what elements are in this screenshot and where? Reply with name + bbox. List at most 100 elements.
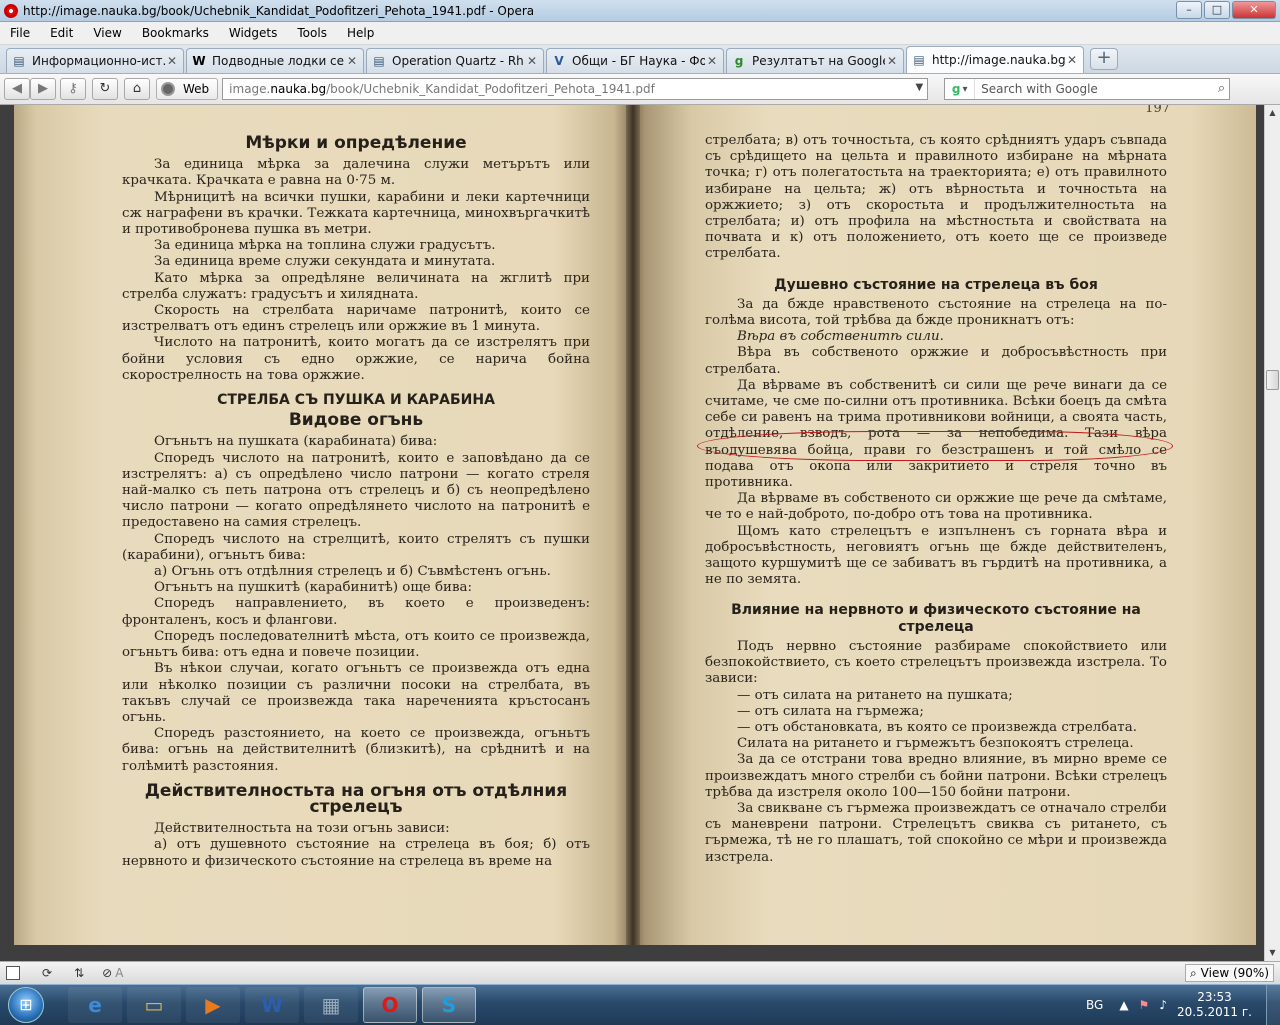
start-button[interactable]: ⊞: [8, 986, 44, 1023]
explorer-taskbar-button[interactable]: ▭: [127, 986, 181, 1023]
tab-close-icon[interactable]: ✕: [885, 54, 899, 68]
calculator-taskbar-button[interactable]: ▦: [304, 986, 358, 1023]
menu-file[interactable]: File: [0, 26, 40, 40]
browser-tab[interactable]: ▤ Информационно-ист... ✕: [6, 48, 184, 73]
tab-close-icon[interactable]: ✕: [525, 54, 539, 68]
heading-mental-state: Душевно състояние на стрелеца въ боя: [774, 276, 1098, 293]
new-tab-button[interactable]: +: [1090, 48, 1118, 70]
heading-types-of-fire: Видове огънь: [288, 410, 424, 431]
word-taskbar-button[interactable]: W: [245, 986, 299, 1023]
search-icon[interactable]: ⌕: [1218, 81, 1225, 96]
clock[interactable]: 23:53 20.5.2011 г.: [1177, 990, 1252, 1020]
close-window-button[interactable]: ✕: [1232, 1, 1276, 19]
pdf-viewer[interactable]: Мѣрки и опредѣление За единица мѣрка за …: [0, 105, 1264, 961]
ie-icon: e: [88, 992, 102, 1017]
content-blocker-button[interactable]: ⊘ A: [102, 965, 123, 981]
browser-tab[interactable]: W Подводные лодки сер...✕: [186, 48, 364, 73]
minimize-button[interactable]: –: [1176, 1, 1202, 19]
heading-rifle-firing: СТРЕЛБА СЪ ПУШКА И КАРАБИНА: [217, 392, 495, 409]
zoom-level: View (90%): [1200, 966, 1269, 980]
wand-button[interactable]: ⚷: [60, 78, 86, 100]
explorer-icon: ▭: [144, 992, 164, 1017]
menu-help[interactable]: Help: [337, 26, 384, 40]
menu-widgets[interactable]: Widgets: [219, 26, 288, 40]
list-item: — отъ обстановката, въ която се произвеж…: [737, 719, 1137, 735]
vertical-scrollbar[interactable]: ▲ ▼: [1264, 105, 1280, 961]
tab-label: Operation Quartz - Rh...: [392, 54, 525, 68]
tab-close-icon[interactable]: ✕: [165, 54, 179, 68]
maximize-button[interactable]: □: [1204, 1, 1230, 19]
paragraph: Мѣрницитѣ на всички пушки, карабини и ле…: [122, 189, 590, 238]
word-icon: W: [260, 992, 284, 1017]
paragraph: Огъньтъ на пушкитѣ (карабинитѣ) още бива…: [154, 580, 473, 596]
paragraph: За да бжде нравственото състояние на стр…: [705, 296, 1167, 329]
sync-button[interactable]: ⟳: [42, 965, 52, 981]
tab-close-icon[interactable]: ✕: [345, 54, 359, 68]
menu-tools[interactable]: Tools: [287, 26, 337, 40]
menu-bar: File Edit View Bookmarks Widgets Tools H…: [0, 22, 1280, 45]
paragraph: Числото на патронитѣ, които могатъ да се…: [122, 335, 590, 383]
scroll-down-arrow-icon[interactable]: ▼: [1265, 945, 1280, 961]
tab-label: Подводные лодки сер...: [212, 54, 345, 68]
web-identity-button[interactable]: Web: [156, 78, 219, 100]
paragraph: Споредъ числото на стрелцитѣ, които стре…: [122, 531, 590, 563]
address-dropdown-icon[interactable]: ▼: [915, 82, 923, 93]
paragraph: За единица време служи секундата и минут…: [154, 254, 496, 270]
scroll-thumb[interactable]: [1266, 370, 1279, 390]
browser-tab[interactable]: V Общи - БГ Наука - Фо... ✕: [546, 48, 724, 73]
google-icon: g: [734, 54, 744, 68]
show-desktop-button[interactable]: [1266, 985, 1280, 1025]
page-icon: ▤: [913, 53, 925, 67]
browser-tab[interactable]: g Резултатът на Google ...✕: [726, 48, 904, 73]
window-titlebar: http://image.nauka.bg/book/Uchebnik_Kand…: [0, 0, 1280, 22]
menu-view[interactable]: View: [83, 26, 131, 40]
tab-close-icon[interactable]: ✕: [705, 54, 719, 68]
language-indicator[interactable]: BG: [1086, 998, 1103, 1012]
tab-close-icon[interactable]: ✕: [1065, 53, 1079, 67]
volume-icon[interactable]: ♪: [1159, 998, 1167, 1012]
paragraph: Споредъ числото на патронитѣ, които е за…: [122, 450, 590, 531]
paragraph: Действителностьта на този огънь зависи:: [154, 821, 450, 837]
navigation-toolbar: ◀ ▶ ⚷ ↻ ⌂ Web image. nauka.bg/book/Uchebn…: [0, 74, 1280, 105]
globe-icon: [161, 82, 175, 96]
paragraph: За свикване съ гърмежа произвеждатъ се о…: [705, 800, 1167, 865]
book-page-left: Мѣрки и опредѣление За единица мѣрка за …: [14, 105, 631, 945]
media-player-taskbar-button[interactable]: ▶: [186, 986, 240, 1023]
browser-tab[interactable]: ▤ http://image.nauka.bg... ✕: [906, 46, 1084, 73]
paragraph: Подъ нервно състояние разбираме спокойст…: [705, 638, 1167, 687]
tab-label: Общи - БГ Наука - Фо...: [572, 54, 705, 68]
paragraph: Вѣра въ собственото оржжие и добросъвѣст…: [705, 345, 1167, 377]
red-hand-underline: [697, 431, 1173, 461]
paragraph: Щомъ като стрелецътъ е изпълненъ съ горн…: [705, 523, 1167, 588]
browser-tab[interactable]: ▤ Operation Quartz - Rh... ✕: [366, 48, 544, 73]
wikipedia-icon: W: [192, 54, 206, 68]
paragraph: Скорость на стрелбата наричаме патронитѣ…: [122, 303, 590, 335]
skype-taskbar-button[interactable]: S: [422, 986, 476, 1023]
opera-taskbar-button[interactable]: O: [363, 986, 417, 1023]
paragraph: Споредъ последователнитѣ мѣста, отъ коит…: [122, 628, 590, 661]
panel-toggle-button[interactable]: [6, 965, 20, 981]
tab-label: Резултатът на Google ...: [752, 54, 885, 68]
search-placeholder: Search with Google: [981, 82, 1098, 96]
show-hidden-icons-button[interactable]: ▲: [1119, 998, 1128, 1012]
page-icon: ▤: [13, 54, 25, 68]
tab-bar: ▤ Информационно-ист... ✕ W Подводные лодки с…: [0, 45, 1280, 74]
home-button[interactable]: ⌂: [124, 78, 150, 100]
ie-taskbar-button[interactable]: e: [68, 986, 122, 1023]
menu-bookmarks[interactable]: Bookmarks: [132, 26, 219, 40]
share-button[interactable]: ⇅: [74, 965, 84, 981]
forward-button[interactable]: ▶: [30, 78, 56, 100]
forum-icon: V: [554, 54, 564, 68]
google-search-engine-icon[interactable]: g ▾: [945, 79, 976, 99]
text-size-label: A: [115, 966, 124, 980]
search-field[interactable]: g ▾ Search with Google ⌕: [944, 78, 1231, 100]
action-center-flag-icon[interactable]: ⚑: [1139, 998, 1150, 1012]
zoom-control[interactable]: ⌕ View (90%): [1184, 964, 1274, 982]
back-button[interactable]: ◀: [4, 78, 30, 100]
paragraph: Силата на ритането и гърмежътъ безпокоят…: [737, 736, 1134, 752]
system-tray: BG ▲ ⚑ ♪ 23:53 20.5.2011 г.: [1086, 985, 1280, 1025]
scroll-up-arrow-icon[interactable]: ▲: [1265, 105, 1280, 121]
address-field[interactable]: image. nauka.bg/book/Uchebnik_Kandidat_Po…: [222, 78, 929, 100]
reload-button[interactable]: ↻: [92, 78, 118, 100]
menu-edit[interactable]: Edit: [40, 26, 83, 40]
